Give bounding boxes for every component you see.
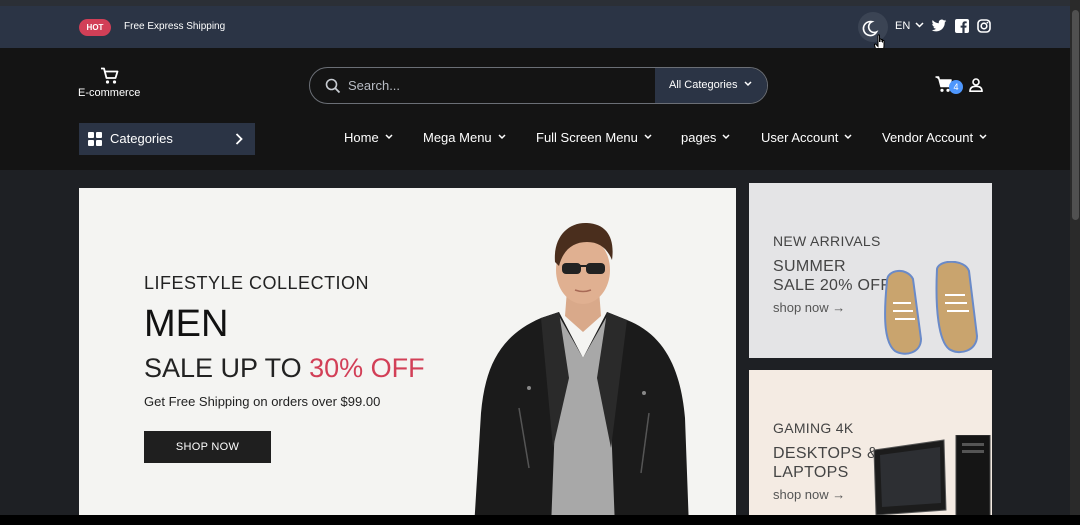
- nav-item-label: Vendor Account: [882, 130, 974, 145]
- nav-item-label: Home: [344, 130, 379, 145]
- chevron-down-icon: [844, 134, 852, 140]
- chevron-down-icon: [744, 81, 752, 87]
- hero-title: MEN: [144, 303, 229, 345]
- language-label: EN: [895, 20, 911, 32]
- shoes-image: [884, 261, 979, 355]
- category-select[interactable]: All Categories: [655, 68, 767, 103]
- promo-card-new-arrivals[interactable]: NEW ARRIVALS SUMMER SALE 20% OFF shop no…: [749, 183, 992, 358]
- promo-card-gaming[interactable]: GAMING 4K DESKTOPS & LAPTOPS shop now →: [749, 370, 992, 520]
- computer-image: [873, 435, 991, 520]
- shop-now-link[interactable]: shop now →: [773, 487, 845, 502]
- promo-kicker: GAMING 4K: [773, 420, 854, 436]
- hero-sale-text: SALE UP TO 30% OFF: [144, 353, 425, 384]
- cart-logo-icon[interactable]: [100, 67, 120, 85]
- hero-kicker: LIFESTYLE COLLECTION: [144, 273, 370, 293]
- twitter-icon[interactable]: [931, 19, 947, 33]
- nav-item-label: Mega Menu: [423, 130, 492, 145]
- user-icon[interactable]: [969, 78, 983, 92]
- top-bar: HOT Free Express Shipping EN: [0, 6, 1070, 48]
- bottom-edge: [0, 515, 1080, 525]
- chevron-right-icon: [235, 133, 243, 145]
- promo-title-line2: SALE 20% OFF: [773, 277, 891, 294]
- search-input[interactable]: [348, 68, 648, 103]
- chevron-down-icon: [722, 134, 730, 140]
- chevron-down-icon: [644, 134, 652, 140]
- hot-badge: HOT: [79, 19, 111, 36]
- promo-kicker: NEW ARRIVALS: [773, 233, 881, 249]
- promo-title-line1: SUMMER: [773, 258, 846, 275]
- promo-title-line1: DESKTOPS &: [773, 445, 878, 462]
- promo-title-line2: LAPTOPS: [773, 464, 849, 481]
- facebook-icon[interactable]: [955, 19, 969, 33]
- scrollbar-thumb[interactable]: [1072, 10, 1079, 220]
- category-select-label: All Categories: [669, 79, 738, 91]
- shop-now-link[interactable]: shop now →: [773, 300, 845, 315]
- hero-sale-prefix: SALE UP TO: [144, 353, 302, 383]
- instagram-icon[interactable]: [977, 19, 991, 33]
- categories-button[interactable]: Categories: [79, 123, 255, 155]
- cart-count-badge: 4: [949, 80, 963, 94]
- nav-item-mega-menu[interactable]: Mega Menu: [423, 130, 506, 145]
- nav-item-full-screen-menu[interactable]: Full Screen Menu: [536, 130, 652, 145]
- hero-sale-percent: 30% OFF: [309, 353, 425, 383]
- language-select[interactable]: EN: [895, 20, 924, 32]
- nav-item-pages[interactable]: pages: [681, 130, 730, 145]
- main-header: E-commerce All Categories 4 Categories H…: [0, 48, 1070, 170]
- grid-icon: [88, 132, 102, 146]
- model-image: [474, 222, 689, 518]
- chevron-down-icon: [498, 134, 506, 140]
- nav-item-home[interactable]: Home: [344, 130, 393, 145]
- nav-item-label: User Account: [761, 130, 839, 145]
- nav-item-vendor-account[interactable]: Vendor Account: [882, 130, 987, 145]
- chevron-down-icon: [915, 22, 924, 28]
- hero-banner: LIFESTYLE COLLECTION MEN SALE UP TO 30% …: [79, 188, 736, 518]
- nav-item-label: pages: [681, 130, 717, 145]
- categories-label: Categories: [110, 131, 173, 146]
- chevron-down-icon: [385, 134, 393, 140]
- promo-text: Free Express Shipping: [124, 21, 226, 32]
- search-icon: [325, 78, 341, 94]
- shop-now-button[interactable]: SHOP NOW: [144, 431, 271, 463]
- search-bar: All Categories: [309, 67, 768, 104]
- hero-shipping-text: Get Free Shipping on orders over $99.00: [144, 394, 381, 409]
- chevron-down-icon: [979, 134, 987, 140]
- logo-text[interactable]: E-commerce: [78, 87, 140, 99]
- nav-item-label: Full Screen Menu: [536, 130, 638, 145]
- nav-item-user-account[interactable]: User Account: [761, 130, 852, 145]
